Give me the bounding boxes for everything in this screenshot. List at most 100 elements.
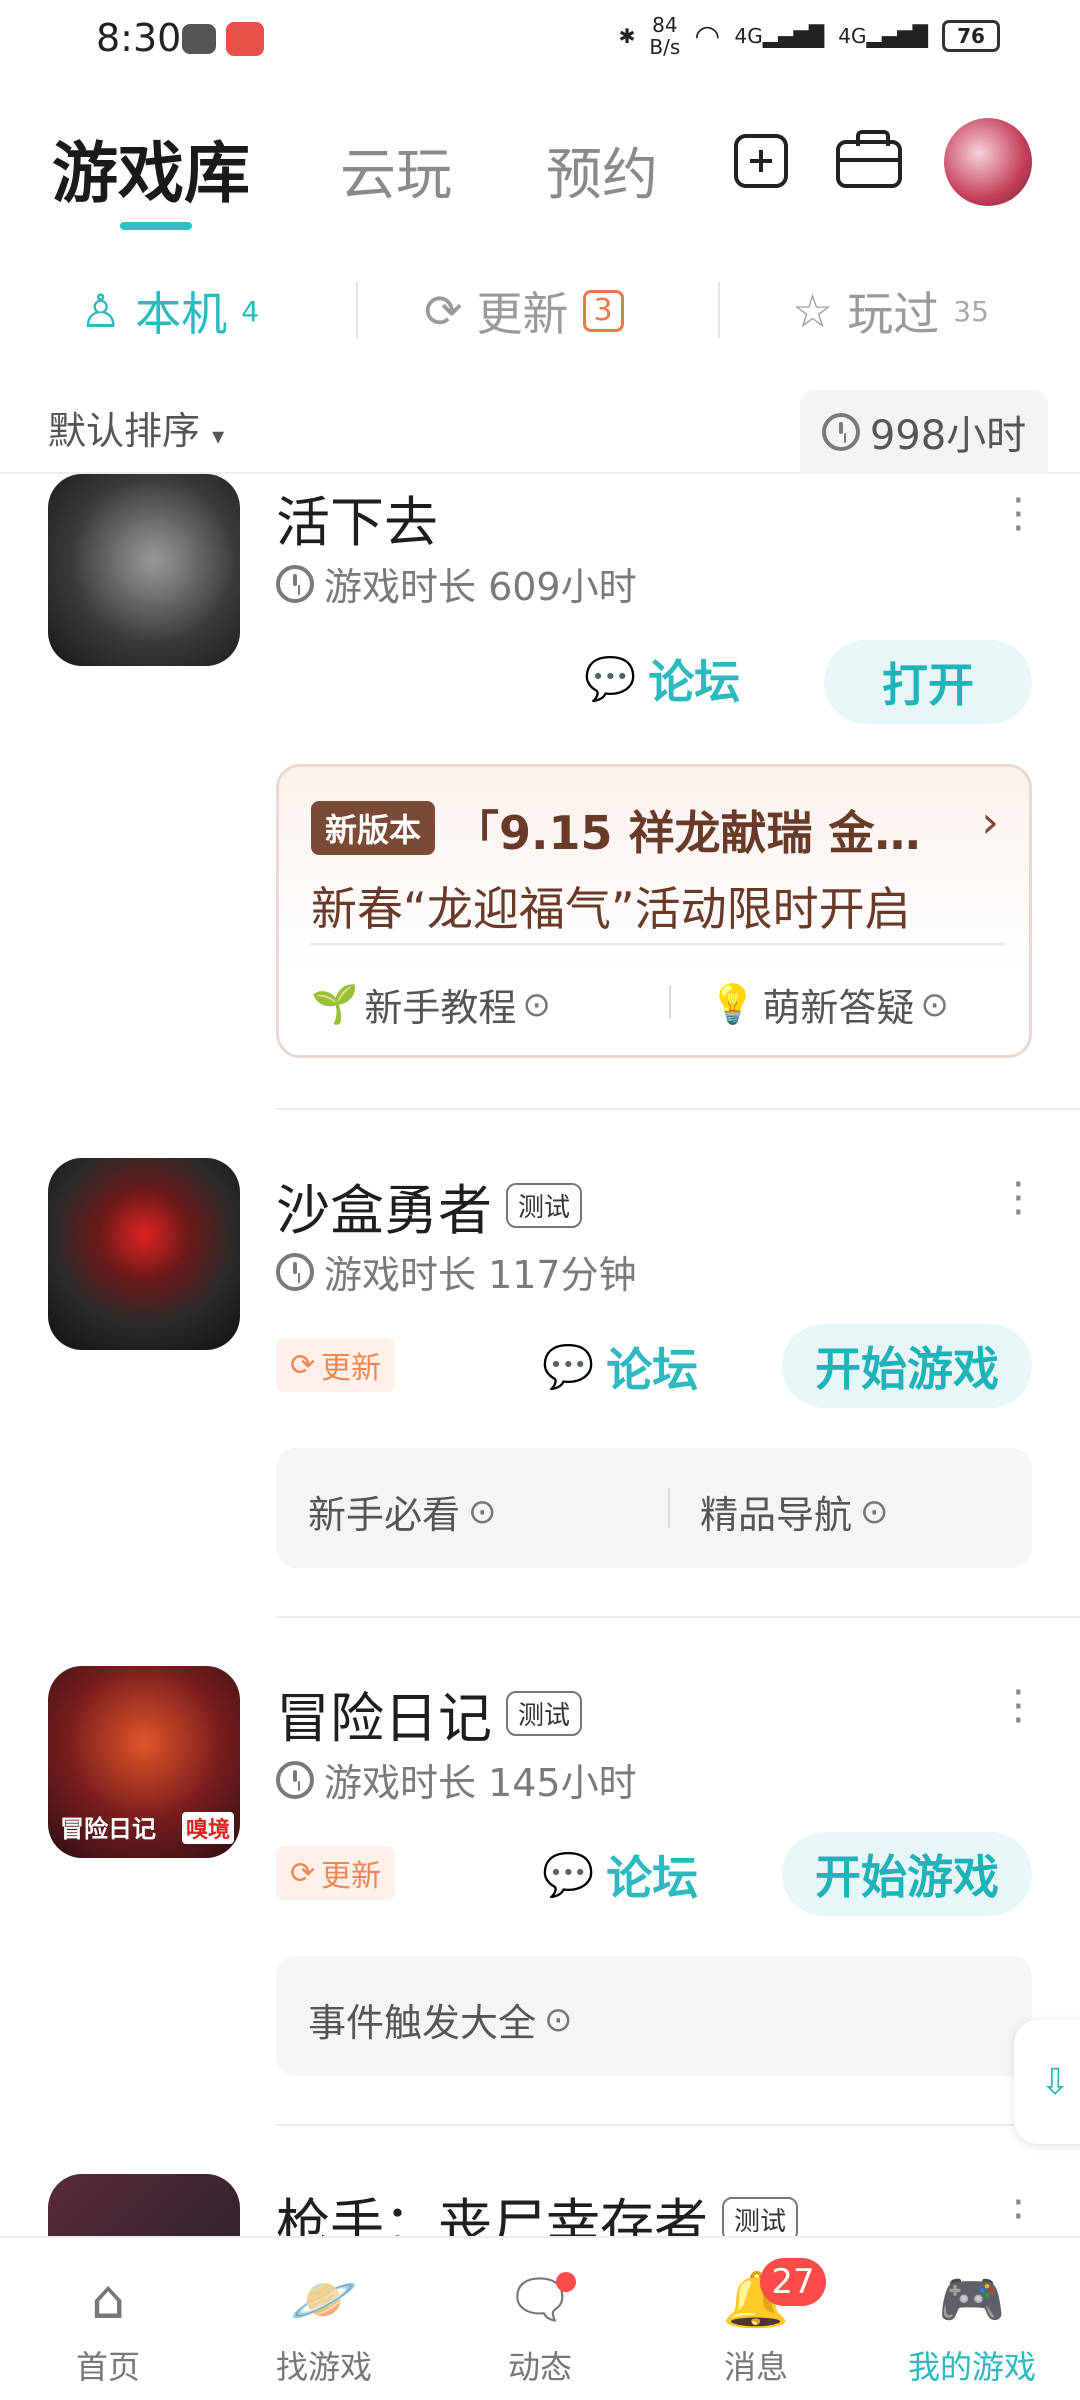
nav-find-games[interactable]: 🪐 找游戏 [216,2238,432,2400]
message-count-badge: 27 [760,2258,826,2306]
subtab-played[interactable]: ☆ 玩过 35 [792,278,989,344]
game-title[interactable]: 活下去 [276,478,438,557]
game-title[interactable]: 枪手：丧尸幸存者 测试 [276,2180,799,2236]
news-card[interactable]: 新版本 「9.15 祥龙献瑞 金… › 新春“龙迎福气”活动限时开启 🌱 新手教… [276,764,1032,1058]
game-playtime: 游戏时长 609小时 [276,556,637,611]
chat-bubble-icon: 💬 [542,1850,595,1899]
game-controller-notification-icon [182,24,216,54]
shopping-notification-icon [226,22,264,56]
clock-icon [821,413,860,451]
game-title[interactable]: 冒险日记 测试 [276,1674,583,1753]
arrow-circle-icon: ⊙ [920,984,949,1025]
game-card: 枪手：丧尸幸存者 测试 · · [0,2172,1080,2236]
divider [669,985,671,1019]
refresh-icon: ⟳ [290,1855,316,1891]
chat-bubble-icon: 💬 [542,1342,595,1391]
divider [356,282,358,338]
active-tab-indicator [120,222,192,230]
floating-download-button[interactable]: ⇩ [1014,2020,1080,2144]
divider [276,2124,1080,2126]
status-bar: 8:30 ✱ 84 B/s ◠ 4G▂▄▆█ 4G▂▄▆█ 76 [0,0,1080,80]
chat-icon: 🗨 [505,2268,575,2331]
news-link-faq[interactable]: 💡 萌新答疑 ⊙ [709,977,949,1032]
test-tag: 测试 [506,1691,583,1736]
more-options-icon[interactable]: · · [1012,2183,1025,2236]
cell-signal-icon-2: 4G▂▄▆█ [838,24,928,48]
guide-link-events[interactable]: 事件触发大全 ⊙ [308,1992,573,2047]
bell-icon: 🔔 [722,2268,790,2331]
update-badge: ⟳ 更新 [276,1338,396,1392]
status-indicators: ✱ 84 B/s ◠ 4G▂▄▆█ 4G▂▄▆█ 76 [619,14,1000,58]
status-time: 8:30 [96,16,182,60]
forum-button[interactable]: 💬 论坛 [584,646,740,712]
update-count-badge: 3 [582,290,624,332]
guide-link-beginner[interactable]: 新手必看 ⊙ [308,1484,497,1539]
game-playtime: 游戏时长 145小时 [276,1752,637,1807]
test-tag: 测试 [722,2197,799,2236]
guide-link-navigation[interactable]: 精品导航 ⊙ [700,1484,889,1539]
avatar[interactable] [944,118,1032,206]
arrow-circle-icon: ⊙ [468,1491,497,1532]
total-playtime: 998小时 [800,390,1048,474]
cell-signal-icon: 4G▂▄▆█ [734,24,825,48]
arrow-circle-icon: ⊙ [522,984,551,1025]
tab-cloud-play[interactable]: 云玩 [340,130,452,211]
sort-row: 默认排序 ▾ 998小时 [0,390,1080,474]
game-playtime: 游戏时长 117分钟 [276,1244,637,1299]
forum-button[interactable]: 💬 论坛 [542,1842,698,1908]
nav-feed[interactable]: 🗨 动态 [432,2238,648,2400]
tab-game-library[interactable]: 游戏库 [52,120,250,216]
toolbox-icon[interactable] [836,130,902,188]
guide-links: 新手必看 ⊙ 精品导航 ⊙ [276,1448,1032,1568]
top-nav: 游戏库 云玩 预约 [0,110,1080,240]
sort-dropdown[interactable]: 默认排序 ▾ [48,400,224,455]
network-speed: 84 B/s [649,13,681,59]
chevron-right-icon: › [981,797,999,848]
divider [276,1616,1080,1618]
forum-button[interactable]: 💬 论坛 [542,1334,698,1400]
divider [668,1488,670,1528]
game-card: 活下去 · · · 游戏时长 609小时 💬 论坛 打开 新版本 「9.15 祥龙献… [0,474,1080,1104]
location-person-icon: ♙ [80,284,122,338]
bottom-nav: ⌂ 首页 🪐 找游戏 🗨 动态 🔔 27 消息 🎮 我的游戏 [0,2236,1080,2400]
game-icon[interactable] [48,1158,240,1350]
add-game-icon[interactable] [734,134,788,188]
game-icon[interactable] [48,474,240,666]
subtab-local[interactable]: ♙ 本机 4 [80,278,259,344]
refresh-icon: ⟳ [424,284,463,338]
start-game-button[interactable]: 开始游戏 [782,1324,1032,1408]
clock-icon [276,1252,314,1291]
nav-messages[interactable]: 🔔 27 消息 [648,2238,864,2400]
download-icon: ⇩ [1040,2062,1071,2103]
game-icon[interactable] [48,2174,240,2236]
sprout-icon: 🌱 [311,982,359,1026]
divider [718,282,720,338]
sub-tabs: ♙ 本机 4 ⟳ 更新 3 ☆ 玩过 35 [0,270,1080,350]
game-card: 冒险日记 嗅境 冒险日记 测试 · · · 游戏时长 145小时 ⟳ 更新 💬 论坛… [0,1666,1080,2076]
subtab-update[interactable]: ⟳ 更新 3 [424,278,624,344]
news-tag: 新版本 [311,801,436,855]
game-card: 沙盒勇者 测试 · · · 游戏时长 117分钟 ⟳ 更新 💬 论坛 开始游戏 新手… [0,1158,1080,1568]
nav-home[interactable]: ⌂ 首页 [0,2238,216,2400]
clock-icon [276,564,314,603]
more-options-icon[interactable]: · · · [1012,481,1025,549]
open-button[interactable]: 打开 [824,640,1032,724]
game-title[interactable]: 沙盒勇者 测试 [276,1166,583,1245]
news-title: 「9.15 祥龙献瑞 金… [453,806,921,860]
start-game-button[interactable]: 开始游戏 [782,1832,1032,1916]
news-subtitle: 新春“龙迎福气”活动限时开启 [311,882,911,936]
clock-icon [276,1760,314,1799]
news-link-tutorial[interactable]: 🌱 新手教程 ⊙ [311,977,551,1032]
divider [276,1108,1080,1110]
guide-links: 事件触发大全 ⊙ [276,1956,1032,2076]
divider [311,943,1005,945]
more-options-icon[interactable]: · · · [1012,1673,1025,1741]
arrow-circle-icon: ⊙ [860,1491,889,1532]
more-options-icon[interactable]: · · · [1012,1165,1025,1233]
lightbulb-icon: 💡 [709,982,757,1026]
tab-reservation[interactable]: 预约 [546,130,658,211]
caret-down-icon: ▾ [212,422,225,450]
battery-icon: 76 [942,20,1000,52]
nav-my-games[interactable]: 🎮 我的游戏 [864,2238,1080,2400]
game-icon[interactable]: 冒险日记 嗅境 [48,1666,240,1858]
